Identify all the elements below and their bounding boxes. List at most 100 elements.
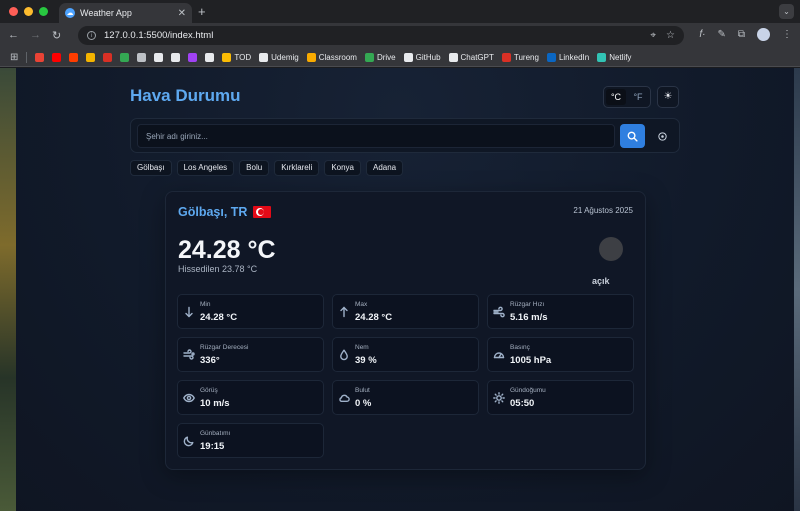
bookmark-label: Tureng (513, 52, 539, 62)
globe-icon (137, 52, 147, 62)
function-extension-icon[interactable]: f· (699, 29, 705, 40)
city-chip[interactable]: Kırklareli (274, 160, 320, 176)
url-text[interactable]: 127.0.0.1:5500/index.html (104, 30, 213, 41)
droplet-icon (340, 349, 348, 361)
tab-search-chevron-icon[interactable]: ⌄ (779, 4, 794, 19)
eye-icon (183, 393, 195, 403)
theme-toggle-button[interactable]: ☀ (657, 86, 679, 108)
bookmark-icon (120, 52, 130, 62)
tab-close-icon[interactable]: ✕ (178, 8, 186, 19)
stat-sunrise: Gündoğumu 05:50 (487, 380, 634, 415)
bookmark-item[interactable] (137, 52, 147, 62)
bookmark-item[interactable]: LinkedIn (546, 52, 589, 62)
current-location-button[interactable] (650, 124, 674, 148)
bookmark-item[interactable]: Netlify (597, 52, 631, 62)
weather-favicon-icon: ☁ (65, 8, 75, 18)
fahrenheit-button[interactable]: °F (628, 89, 648, 105)
stat-value: 19:15 (200, 441, 225, 452)
stat-label: Gündoğumu (510, 387, 546, 394)
forward-arrow-icon[interactable]: → (30, 29, 41, 42)
bookmark-item[interactable]: Drive (364, 52, 396, 62)
stat-label: Basınç (510, 344, 530, 351)
bookmark-item[interactable] (120, 52, 130, 62)
extensions-puzzle-icon[interactable]: ⧉ (738, 29, 745, 40)
bookmark-item[interactable] (52, 52, 62, 62)
browser-tab[interactable]: ☁ Weather App ✕ (59, 3, 192, 23)
site-info-icon[interactable]: i (87, 31, 96, 40)
stat-humidity: Nem 39 % (332, 337, 479, 372)
cloud-icon (339, 394, 350, 402)
tod-icon (222, 52, 232, 62)
bookmark-item[interactable]: Udemig (259, 52, 299, 62)
bookmark-item[interactable] (86, 52, 96, 62)
bookmark-label: ChatGPT (460, 52, 494, 62)
bookmark-label: Drive (376, 52, 396, 62)
bookmark-item[interactable] (103, 52, 113, 62)
stat-label: Min (200, 301, 211, 308)
bookmark-item[interactable]: GitHub (403, 52, 441, 62)
bookmark-item[interactable] (69, 52, 79, 62)
weather-card: Gölbaşı, TR 21 Ağustos 2025 24.28 °C His… (165, 191, 646, 470)
turkey-flag-icon (253, 206, 272, 218)
city-chip[interactable]: Konya (324, 160, 361, 176)
weather-stats-grid: Min 24.28 °C Max 24.28 °C Rüzgar Hızı 5.… (177, 294, 634, 458)
bookmark-item[interactable] (188, 52, 198, 62)
stat-label: Rüzgar Hızı (510, 301, 545, 308)
feels-like: Hissedilen 23.78 °C (178, 264, 258, 274)
back-arrow-icon[interactable]: ← (8, 29, 19, 42)
bookmark-icon (205, 52, 215, 62)
apps-grid-icon[interactable]: ⊞ (10, 52, 18, 63)
bookmark-icon (171, 52, 181, 62)
maximize-window-button[interactable] (39, 7, 48, 16)
bookmark-label: Classroom (318, 52, 357, 62)
browser-toolbar: ← → ↻ i 127.0.0.1:5500/index.html ⌖ ☆ f·… (0, 23, 800, 48)
crosshair-location-icon (657, 131, 667, 141)
stat-value: 05:50 (510, 398, 535, 409)
udemig-icon (259, 52, 269, 62)
reload-icon[interactable]: ↻ (52, 29, 61, 42)
city-search-input[interactable] (137, 124, 615, 148)
address-bar[interactable]: i 127.0.0.1:5500/index.html ⌖ ☆ (78, 26, 684, 45)
bookmark-list: TOD Udemig Classroom Drive GitHub ChatGPT Ture… (35, 52, 631, 62)
sun-icon: ☀ (663, 91, 673, 102)
city-chip[interactable]: Los Angeles (176, 160, 235, 176)
stat-value: 24.28 °C (200, 312, 238, 323)
close-window-button[interactable] (9, 7, 18, 16)
bookmarks-bar: ⊞ TOD Udemig Classroom Drive GitHub ChatGPT Tu… (0, 48, 800, 67)
bookmark-item[interactable] (35, 52, 45, 62)
stat-value: 336° (200, 355, 220, 366)
gauge-icon (493, 352, 505, 359)
celsius-button[interactable]: °C (606, 89, 626, 105)
location-pin-icon[interactable]: ⌖ (650, 30, 656, 41)
city-chip[interactable]: Gölbaşı (130, 160, 172, 176)
new-tab-plus-icon[interactable]: + (198, 4, 206, 19)
bookmark-item[interactable] (205, 52, 215, 62)
bookmark-item[interactable]: Classroom (306, 52, 357, 62)
eyedropper-extension-icon[interactable]: ✎ (717, 29, 725, 40)
chatgpt-icon (448, 52, 458, 62)
city-chip[interactable]: Bolu (239, 160, 270, 176)
bookmark-star-icon[interactable]: ☆ (666, 30, 675, 41)
tab-title: Weather App (80, 8, 132, 18)
search-button[interactable] (620, 124, 645, 148)
desktop-wallpaper-right (794, 68, 800, 511)
app-title: Hava Durumu (130, 86, 241, 105)
wind-icon (493, 306, 505, 318)
city-chip[interactable]: Adana (366, 160, 404, 176)
bookmark-item[interactable]: ChatGPT (448, 52, 494, 62)
gmail-icon (35, 52, 45, 62)
stat-label: Rüzgar Derecesi (200, 344, 249, 351)
bookmark-item[interactable] (171, 52, 181, 62)
profile-avatar[interactable] (757, 28, 770, 41)
bookmark-item[interactable]: TOD (222, 52, 251, 62)
stat-label: Günbatımı (200, 430, 231, 437)
stat-wind-speed: Rüzgar Hızı 5.16 m/s (487, 294, 634, 329)
minimize-window-button[interactable] (24, 7, 33, 16)
city-name: Gölbaşı, TR (178, 205, 248, 219)
stat-label: Bulut (355, 387, 370, 394)
arrow-up-icon (340, 306, 348, 318)
weather-condition: açık (592, 276, 610, 286)
bookmark-item[interactable]: Tureng (501, 52, 539, 62)
bookmark-item[interactable] (154, 52, 164, 62)
browser-menu-kebab-icon[interactable]: ⋮ (782, 29, 792, 40)
